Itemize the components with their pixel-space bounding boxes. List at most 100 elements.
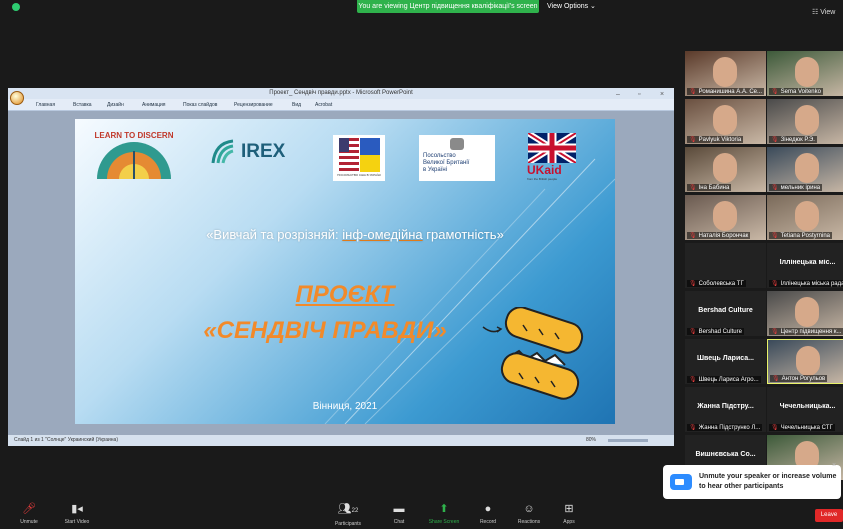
muted-mic-icon: 🎙︎ <box>771 329 779 335</box>
participant-tile[interactable]: 🎙︎ Соболевська ТГ <box>685 243 766 288</box>
video-off-icon: ▮◂ <box>71 503 83 515</box>
view-button[interactable]: ☷ View <box>812 8 835 16</box>
slide-title-line-2: «СЕНДВІЧ ПРАВДИ» <box>203 317 447 344</box>
participant-name-label: 🎙︎ Іллінецька міська рада <box>769 280 843 287</box>
zoom-slider[interactable] <box>608 439 648 442</box>
uk-embassy-logo: Посольство Великої Британії в Україні <box>419 135 495 181</box>
chat-button[interactable]: ▬ Chat <box>388 503 410 525</box>
ppt-titlebar: Проект_ Сендвіч правди.pptx - Microsoft … <box>8 88 674 99</box>
reactions-button[interactable]: ☺ Reactions <box>513 503 545 525</box>
ukaid-text: UKaid <box>527 163 562 177</box>
apps-button[interactable]: ⊞ Apps <box>558 503 580 525</box>
view-options-button[interactable]: View Options ⌄ <box>547 2 596 10</box>
participant-video <box>713 57 737 87</box>
ppt-ribbon: Главная Вставка Дизайн Анимация Показ сл… <box>8 99 674 111</box>
unmute-button[interactable]: 🎤︎ Unmute <box>14 503 44 525</box>
participant-tile[interactable]: 🎙︎ Центр підвищення к... <box>767 291 843 336</box>
participant-name: Pavlyuk Viktoria <box>698 137 742 143</box>
participant-name-label: 🎙︎ Sema Voitenko <box>769 88 823 95</box>
participant-tile[interactable]: 🎙︎ Наталія Борончак <box>685 195 766 240</box>
participant-video <box>713 105 737 135</box>
participant-display-name: Вишнєвська Со... <box>695 451 756 458</box>
slide: LEARN TO DISCERN IREX ПОСОЛЬСТВО США В У… <box>75 119 615 424</box>
participant-tile[interactable]: 🎙︎ Tetiana Postyrnina <box>767 195 843 240</box>
participant-tile[interactable]: 🎙︎ Зінедюк Р.Э. <box>767 99 843 144</box>
record-label: Record <box>479 519 497 525</box>
participant-tile[interactable]: Іллінецька міс... 🎙︎ Іллінецька міська рад… <box>767 243 843 288</box>
participant-tile[interactable]: 🎙︎ Антон Рогульов <box>767 339 843 384</box>
participant-display-name: Bershad Culture <box>698 307 753 314</box>
participant-tile[interactable]: 🎙︎ Pavlyuk Viktoria <box>685 99 766 144</box>
ppt-tab-home[interactable]: Главная <box>36 102 55 108</box>
participant-name-label: 🎙︎ Романишина А.А. Се... <box>687 88 764 95</box>
reactions-icon: ☺ <box>523 503 535 515</box>
uk-embassy-line-1: Посольство <box>423 153 456 159</box>
participant-name-label: 🎙︎ Pavlyuk Viktoria <box>687 136 744 143</box>
microphone-muted-icon: 🎤︎ <box>22 503 36 515</box>
participant-tile[interactable]: Швець Лариса... 🎙︎ Швець Лариса Агро... <box>685 339 766 384</box>
participant-name: Іна Бабина <box>698 185 730 191</box>
participant-name: Sema Voitenko <box>780 89 821 95</box>
participant-display-name: Іллінецька міс... <box>779 259 836 266</box>
record-icon: ● <box>484 503 492 515</box>
ppt-tab-slideshow[interactable]: Показ слайдов <box>183 102 217 108</box>
zoom-camera-icon <box>670 474 692 490</box>
security-shield-icon[interactable] <box>12 3 20 11</box>
close-notification-icon[interactable]: × <box>832 462 836 469</box>
start-video-button[interactable]: ▮◂ Start Video <box>60 503 94 525</box>
participant-name: Іллінецька міська рада <box>780 281 843 287</box>
screen-share-banner: You are viewing Центр підвищення кваліфі… <box>357 0 539 13</box>
ppt-tab-review[interactable]: Рецензирование <box>234 102 273 108</box>
us-embassy-logo: ПОСОЛЬСТВО США В УКРАЇНІ <box>333 135 385 181</box>
participant-name: Соболевська ТГ <box>698 281 744 287</box>
ppt-tab-insert[interactable]: Вставка <box>73 102 92 108</box>
sandwich-illustration <box>482 307 584 400</box>
muted-mic-icon: 🎙︎ <box>689 281 697 287</box>
share-screen-label: Share Screen <box>428 519 460 525</box>
participant-name-label: 🎙︎ Соболевська ТГ <box>687 280 746 287</box>
muted-mic-icon: 🎙︎ <box>689 89 697 95</box>
participant-name-label: 🎙︎ Чечельницька СТГ <box>769 424 835 431</box>
participant-tile[interactable]: 🎙︎ мельник ірина <box>767 147 843 192</box>
participant-display-name: Жанна Підстру... <box>697 403 754 410</box>
apps-icon: ⊞ <box>564 503 574 515</box>
ppt-workspace: LEARN TO DISCERN IREX ПОСОЛЬСТВО США В У… <box>8 111 674 435</box>
participant-name-label: 🎙︎ Bershad Culture <box>687 328 744 335</box>
leave-button[interactable]: Leave <box>815 509 843 522</box>
participant-tile[interactable]: 🎙︎ Романишина А.А. Се... <box>685 51 766 96</box>
slide-city-date: Вінниця, 2021 <box>312 401 378 412</box>
participant-tile[interactable]: Жанна Підстру... 🎙︎ Жанна Підструнко Л... <box>685 387 766 432</box>
slide-title-line-1: ПРОЄКТ <box>295 281 395 308</box>
participant-tile[interactable]: 🎙︎ Sema Voitenko <box>767 51 843 96</box>
shared-screen: Проект_ Сендвіч правди.pptx - Microsoft … <box>8 88 674 446</box>
participant-name: Наталія Борончак <box>698 233 749 239</box>
ppt-zoom-level[interactable]: 80% <box>586 435 596 446</box>
ppt-tab-design[interactable]: Дизайн <box>107 102 124 108</box>
participant-name: Чечельницька СТГ <box>780 425 833 431</box>
share-screen-icon: ⬆ <box>439 503 449 515</box>
participant-video <box>795 105 819 135</box>
participant-video <box>795 57 819 87</box>
participant-name-label: 🎙︎ Іна Бабина <box>687 184 732 191</box>
participant-tile[interactable]: Bershad Culture 🎙︎ Bershad Culture <box>685 291 766 336</box>
participant-video <box>713 201 737 231</box>
ppt-tab-view[interactable]: Вид <box>292 102 301 108</box>
participant-name: Центр підвищення к... <box>780 329 842 335</box>
participant-tile[interactable]: Чечельницька... 🎙︎ Чечельницька СТГ <box>767 387 843 432</box>
participant-name-label: 🎙︎ Зінедюк Р.Э. <box>769 136 817 143</box>
record-button[interactable]: ● Record <box>476 503 500 525</box>
participant-name-label: 🎙︎ Наталія Борончак <box>687 232 751 239</box>
ppt-tab-acrobat[interactable]: Acrobat <box>315 102 332 108</box>
participants-label: Participants <box>334 521 362 527</box>
participant-name-label: 🎙︎ Швець Лариса Агро... <box>687 376 761 383</box>
share-screen-button[interactable]: ⬆ Share Screen <box>424 503 464 525</box>
start-video-label: Start Video <box>64 519 90 525</box>
office-button-icon[interactable] <box>10 91 24 105</box>
audio-notification[interactable]: Unmute your speaker or increase volume t… <box>663 465 841 499</box>
us-embassy-caption: ПОСОЛЬСТВО США В УКРАЇНІ <box>337 173 381 177</box>
subtitle-part-1: «Вивчай та розрізняй: <box>206 227 343 242</box>
irex-text: IREX <box>241 141 286 162</box>
participant-tile[interactable]: 🎙︎ Іна Бабина <box>685 147 766 192</box>
participants-button[interactable]: 👥︎22 Participants <box>328 503 368 527</box>
ppt-tab-animation[interactable]: Анимация <box>142 102 165 108</box>
